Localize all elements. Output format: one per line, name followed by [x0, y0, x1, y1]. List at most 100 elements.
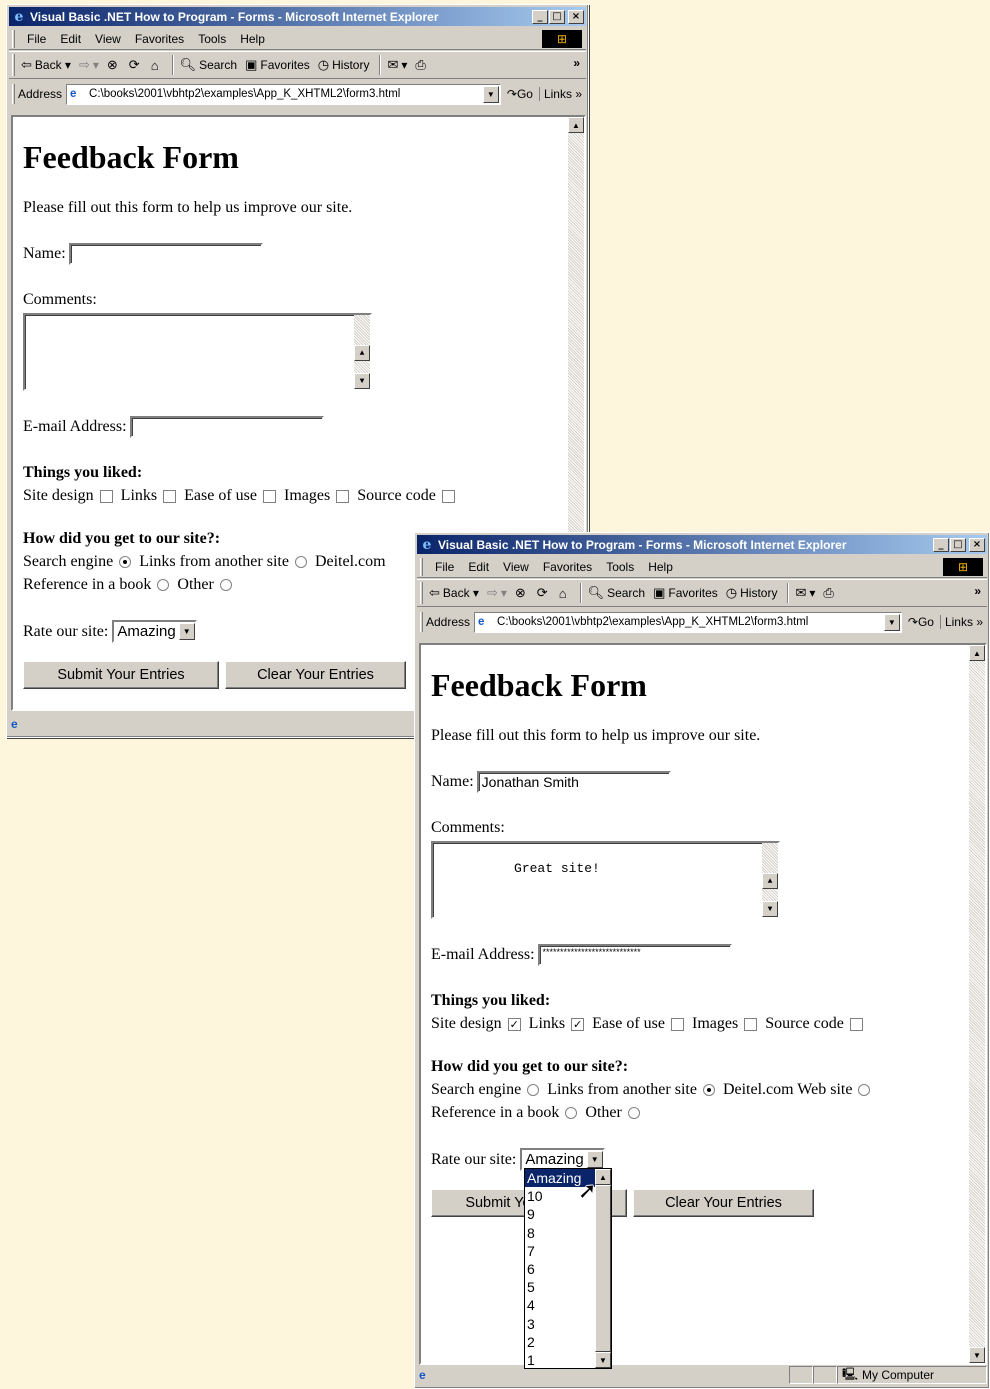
home-button[interactable]: ⌂ — [559, 586, 570, 601]
dropdown-arrow-icon[interactable]: ▼ — [586, 1151, 603, 1168]
submit-button[interactable]: Submit Your Entries — [23, 661, 219, 689]
scroll-up-arrow-icon[interactable]: ▲ — [969, 645, 985, 661]
liked-checkbox[interactable] — [441, 489, 455, 503]
name-field[interactable]: Jonathan Smith — [476, 771, 671, 793]
toolbar-overflow-chevron-icon[interactable]: » — [974, 584, 981, 598]
toolbar-grip[interactable] — [12, 54, 15, 76]
name-field[interactable] — [68, 243, 263, 265]
forward-button[interactable]: ⇨ ▾ — [487, 585, 507, 601]
mail-button[interactable]: ✉ ▾ — [387, 57, 407, 73]
menu-item-view[interactable]: View — [503, 560, 529, 574]
toolbar-grip[interactable] — [12, 29, 15, 48]
menu-item-edit[interactable]: Edit — [60, 32, 81, 46]
howto-radio[interactable] — [527, 1084, 540, 1096]
menu-item-favorites[interactable]: Favorites — [543, 560, 592, 574]
scroll-up-arrow-icon[interactable]: ▲ — [595, 1169, 611, 1185]
forward-button[interactable]: ⇨ ▾ — [79, 57, 99, 73]
minimize-button[interactable]: _ — [933, 537, 949, 552]
address-input[interactable]: e C:\books\2001\vbhtp2\examples\App_K_XH… — [66, 83, 501, 105]
clear-button[interactable]: Clear Your Entries — [225, 661, 406, 689]
clear-button[interactable]: Clear Your Entries — [633, 1189, 814, 1217]
howto-radio[interactable] — [858, 1084, 871, 1096]
howto-radio[interactable] — [565, 1107, 578, 1119]
liked-checkbox[interactable] — [336, 489, 350, 503]
howto-radio[interactable] — [627, 1107, 640, 1119]
title-bar[interactable]: e Visual Basic .NET How to Program - For… — [417, 535, 987, 554]
email-field[interactable] — [129, 416, 324, 438]
liked-checkbox[interactable] — [163, 489, 177, 503]
favorites-button[interactable]: ▣ Favorites — [653, 585, 718, 601]
dropdown-scrollbar[interactable]: ▲ ▼ — [595, 1169, 611, 1368]
back-button[interactable]: ⇦ Back ▾ — [429, 585, 479, 601]
favorites-button[interactable]: ▣ Favorites — [245, 57, 310, 73]
scroll-up-arrow-icon[interactable]: ▲ — [354, 345, 370, 361]
refresh-button[interactable]: ⟳ — [537, 585, 551, 601]
scroll-down-arrow-icon[interactable]: ▼ — [969, 1347, 985, 1363]
back-button[interactable]: ⇦ Back ▾ — [21, 57, 71, 73]
rate-select[interactable]: Amazing ▼ — [112, 620, 197, 643]
scroll-up-arrow-icon[interactable]: ▲ — [568, 117, 584, 133]
stop-button[interactable]: ⊗ — [515, 585, 529, 601]
scroll-down-arrow-icon[interactable]: ▼ — [762, 901, 778, 917]
menu-item-help[interactable]: Help — [648, 560, 673, 574]
menu-item-tools[interactable]: Tools — [606, 560, 634, 574]
howto-radio[interactable] — [119, 556, 132, 568]
home-button[interactable]: ⌂ — [151, 58, 162, 73]
menu-item-favorites[interactable]: Favorites — [135, 32, 184, 46]
mail-button[interactable]: ✉ ▾ — [795, 585, 815, 601]
textarea-scrollbar[interactable]: ▲ ▼ — [354, 315, 370, 389]
liked-checkbox[interactable]: ✓ — [571, 1017, 585, 1031]
howto-radio[interactable] — [157, 579, 170, 591]
liked-checkbox[interactable] — [744, 1017, 758, 1031]
howto-radio[interactable] — [219, 579, 232, 591]
toolbar-grip[interactable] — [420, 557, 423, 576]
stop-button[interactable]: ⊗ — [107, 57, 121, 73]
liked-checkbox[interactable] — [99, 489, 113, 503]
go-button[interactable]: ↷Go — [908, 615, 934, 629]
scroll-down-arrow-icon[interactable]: ▼ — [354, 373, 370, 389]
scroll-up-arrow-icon[interactable]: ▲ — [762, 873, 778, 889]
close-button[interactable]: × — [969, 537, 985, 552]
menu-item-view[interactable]: View — [95, 32, 121, 46]
maximize-button[interactable]: □ — [549, 9, 565, 24]
go-button[interactable]: ↷Go — [507, 87, 533, 101]
dropdown-arrow-icon[interactable]: ▼ — [178, 623, 195, 640]
liked-checkbox[interactable]: ✓ — [507, 1017, 521, 1031]
address-input[interactable]: e C:\books\2001\vbhtp2\examples\App_K_XH… — [474, 611, 902, 633]
textarea-scrollbar[interactable]: ▲ ▼ — [762, 843, 778, 917]
refresh-button[interactable]: ⟳ — [129, 57, 143, 73]
print-button[interactable]: ⎙ — [415, 57, 428, 73]
links-button[interactable]: Links » — [538, 87, 582, 101]
address-dropdown-icon[interactable]: ▼ — [482, 85, 499, 103]
minimize-button[interactable]: _ — [532, 9, 548, 24]
liked-checkbox[interactable] — [849, 1017, 863, 1031]
toolbar-grip[interactable] — [420, 582, 423, 604]
liked-checkbox[interactable] — [670, 1017, 684, 1031]
page-scrollbar[interactable]: ▲ ▼ — [969, 645, 985, 1363]
menu-item-tools[interactable]: Tools — [198, 32, 226, 46]
rate-dropdown-list[interactable]: Amazing 10 9 8 7 6 5 4 3 2 1 ▲ ▼ — [524, 1168, 612, 1369]
menu-item-edit[interactable]: Edit — [468, 560, 489, 574]
print-button[interactable]: ⎙ — [823, 585, 836, 601]
close-button[interactable]: × — [568, 9, 584, 24]
toolbar-overflow-chevron-icon[interactable]: » — [573, 56, 580, 70]
howto-radio[interactable] — [294, 556, 307, 568]
liked-checkbox[interactable] — [262, 489, 276, 503]
email-field[interactable]: **************************** — [537, 944, 732, 966]
howto-radio[interactable] — [702, 1084, 715, 1096]
maximize-button[interactable]: □ — [950, 537, 966, 552]
history-button[interactable]: ◷ History — [318, 57, 370, 73]
scroll-thumb[interactable] — [595, 1185, 611, 1352]
menu-item-help[interactable]: Help — [240, 32, 265, 46]
comments-textarea[interactable]: Great site! ▲ ▼ — [431, 841, 780, 919]
menu-item-file[interactable]: File — [435, 560, 454, 574]
menu-item-file[interactable]: File — [27, 32, 46, 46]
scroll-down-arrow-icon[interactable]: ▼ — [595, 1352, 611, 1368]
search-button[interactable]: 🔍︎ Search — [180, 57, 238, 73]
address-dropdown-icon[interactable]: ▼ — [883, 613, 900, 631]
links-button[interactable]: Links » — [939, 615, 983, 629]
history-button[interactable]: ◷ History — [726, 585, 778, 601]
search-button[interactable]: 🔍︎ Search — [588, 585, 646, 601]
title-bar[interactable]: e Visual Basic .NET How to Program - For… — [9, 7, 586, 26]
comments-textarea[interactable]: ▲ ▼ — [23, 313, 372, 391]
